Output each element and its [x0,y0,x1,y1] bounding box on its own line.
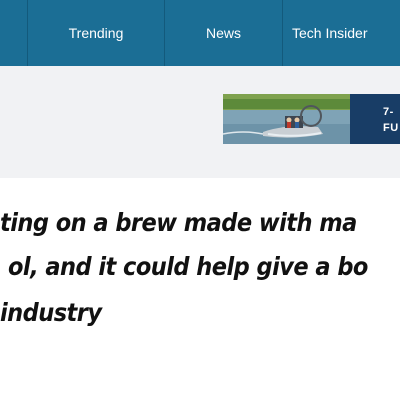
advertisement-banner[interactable]: 7- FU [223,94,400,144]
article-headline: ting on a brew made with ma ol, and it c… [0,208,400,338]
ad-text-panel: 7- FU [350,94,400,144]
airboat-photo [223,94,350,144]
nav-item-news[interactable]: News [165,0,282,66]
nav-item-tech-insider[interactable]: Tech Insider [292,0,367,66]
headline-line-1: ting on a brew made with ma [0,208,357,237]
ad-text-line-1: 7- [383,106,394,118]
headline-line-3: industry [0,298,102,327]
headline-line-2: ol, and it could help give a bo [8,252,368,281]
top-navigation-bar: Trending News Tech Insider [0,0,400,66]
nav-divider [282,0,283,66]
nav-item-trending[interactable]: Trending [28,0,164,66]
ad-text-line-2: FU [383,122,399,134]
